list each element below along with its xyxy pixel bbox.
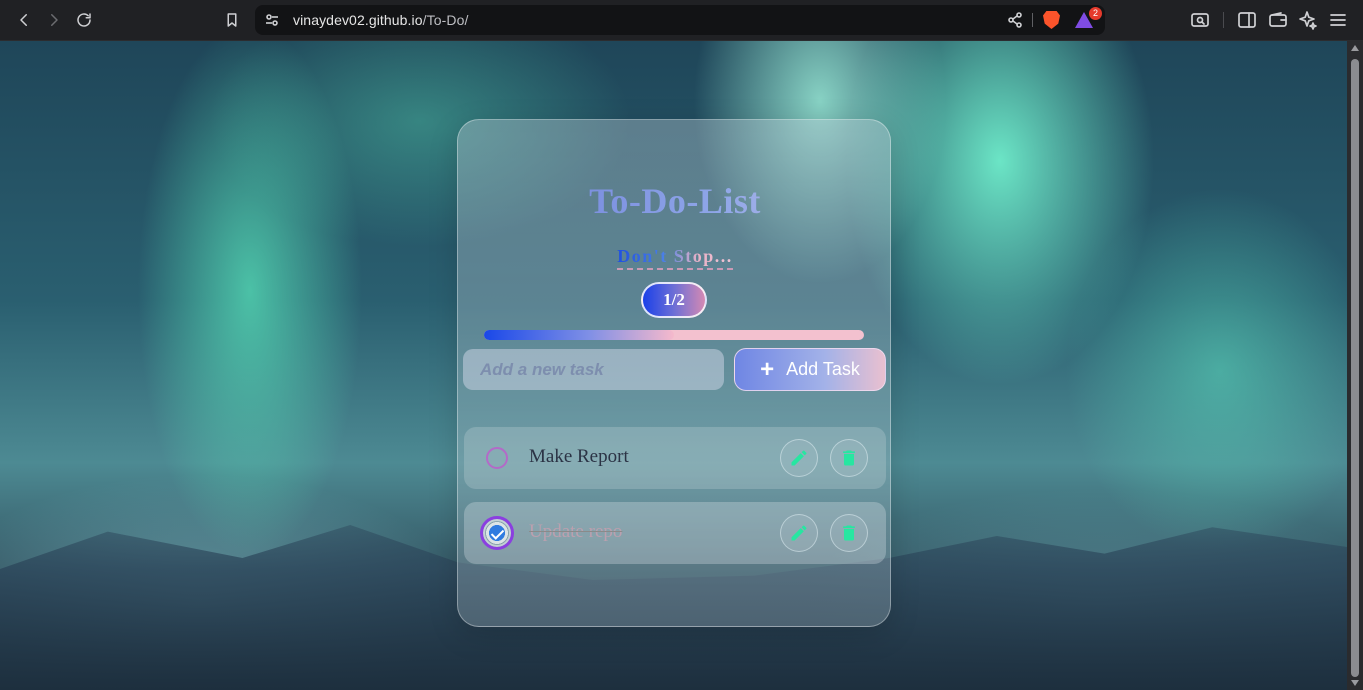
share-icon[interactable] (1007, 12, 1023, 33)
task-counter: 1/2 (641, 282, 707, 318)
add-task-button[interactable]: + Add Task (734, 348, 886, 391)
menu-icon[interactable] (1328, 10, 1348, 30)
task-text: Make Report (529, 446, 629, 467)
toolbar-divider (1223, 12, 1224, 28)
site-settings-icon[interactable] (264, 12, 280, 28)
delete-button[interactable] (830, 439, 868, 477)
scroll-thumb[interactable] (1351, 59, 1359, 677)
reload-icon[interactable] (72, 8, 96, 32)
plus-icon: + (760, 355, 775, 383)
pencil-icon (791, 525, 807, 541)
address-divider (1032, 13, 1033, 27)
delete-button[interactable] (830, 514, 868, 552)
bookmark-icon[interactable] (220, 8, 244, 32)
url-text[interactable]: vinaydev02.github.io/To-Do/ (293, 12, 468, 28)
wallet-icon[interactable] (1268, 10, 1288, 30)
task-item: Make Report (464, 427, 886, 489)
page-scrollbar[interactable] (1347, 41, 1363, 690)
trash-icon (843, 450, 855, 466)
rewards-badge: 2 (1089, 7, 1102, 20)
leo-ai-icon[interactable] (1298, 10, 1318, 30)
app-subtitle: Don't Stop... (458, 246, 892, 270)
url-host: vinaydev02.github.io (293, 12, 423, 28)
sidebar-icon[interactable] (1237, 10, 1257, 30)
address-bar[interactable]: vinaydev02.github.io/To-Do/ 2 (255, 5, 1105, 35)
brave-shields-icon[interactable] (1043, 11, 1060, 29)
task-checkbox-checked[interactable] (480, 516, 514, 550)
add-task-label: Add Task (786, 359, 860, 379)
page-background: To-Do-List Don't Stop... 1/2 + Add Task … (0, 41, 1347, 690)
task-checkbox[interactable] (486, 447, 508, 469)
scroll-up-icon[interactable] (1351, 45, 1359, 51)
task-item: Update repo (464, 502, 886, 564)
back-icon[interactable] (12, 8, 36, 32)
forward-icon[interactable] (42, 8, 66, 32)
reader-mode-icon[interactable] (1190, 10, 1210, 30)
app-title: To-Do-List (458, 180, 892, 222)
edit-button[interactable] (780, 514, 818, 552)
url-path: /To-Do/ (422, 12, 469, 28)
task-text: Update repo (529, 521, 623, 542)
progress-bar (484, 330, 864, 340)
subtitle-text: Don't Stop... (617, 246, 733, 270)
pencil-icon (791, 450, 807, 466)
scroll-down-icon[interactable] (1351, 680, 1359, 686)
progress-fill (484, 330, 674, 340)
browser-toolbar: vinaydev02.github.io/To-Do/ 2 (0, 0, 1363, 41)
task-input[interactable] (463, 349, 724, 390)
trash-icon (843, 525, 855, 541)
edit-button[interactable] (780, 439, 818, 477)
todo-card: To-Do-List Don't Stop... 1/2 + Add Task … (457, 119, 891, 627)
